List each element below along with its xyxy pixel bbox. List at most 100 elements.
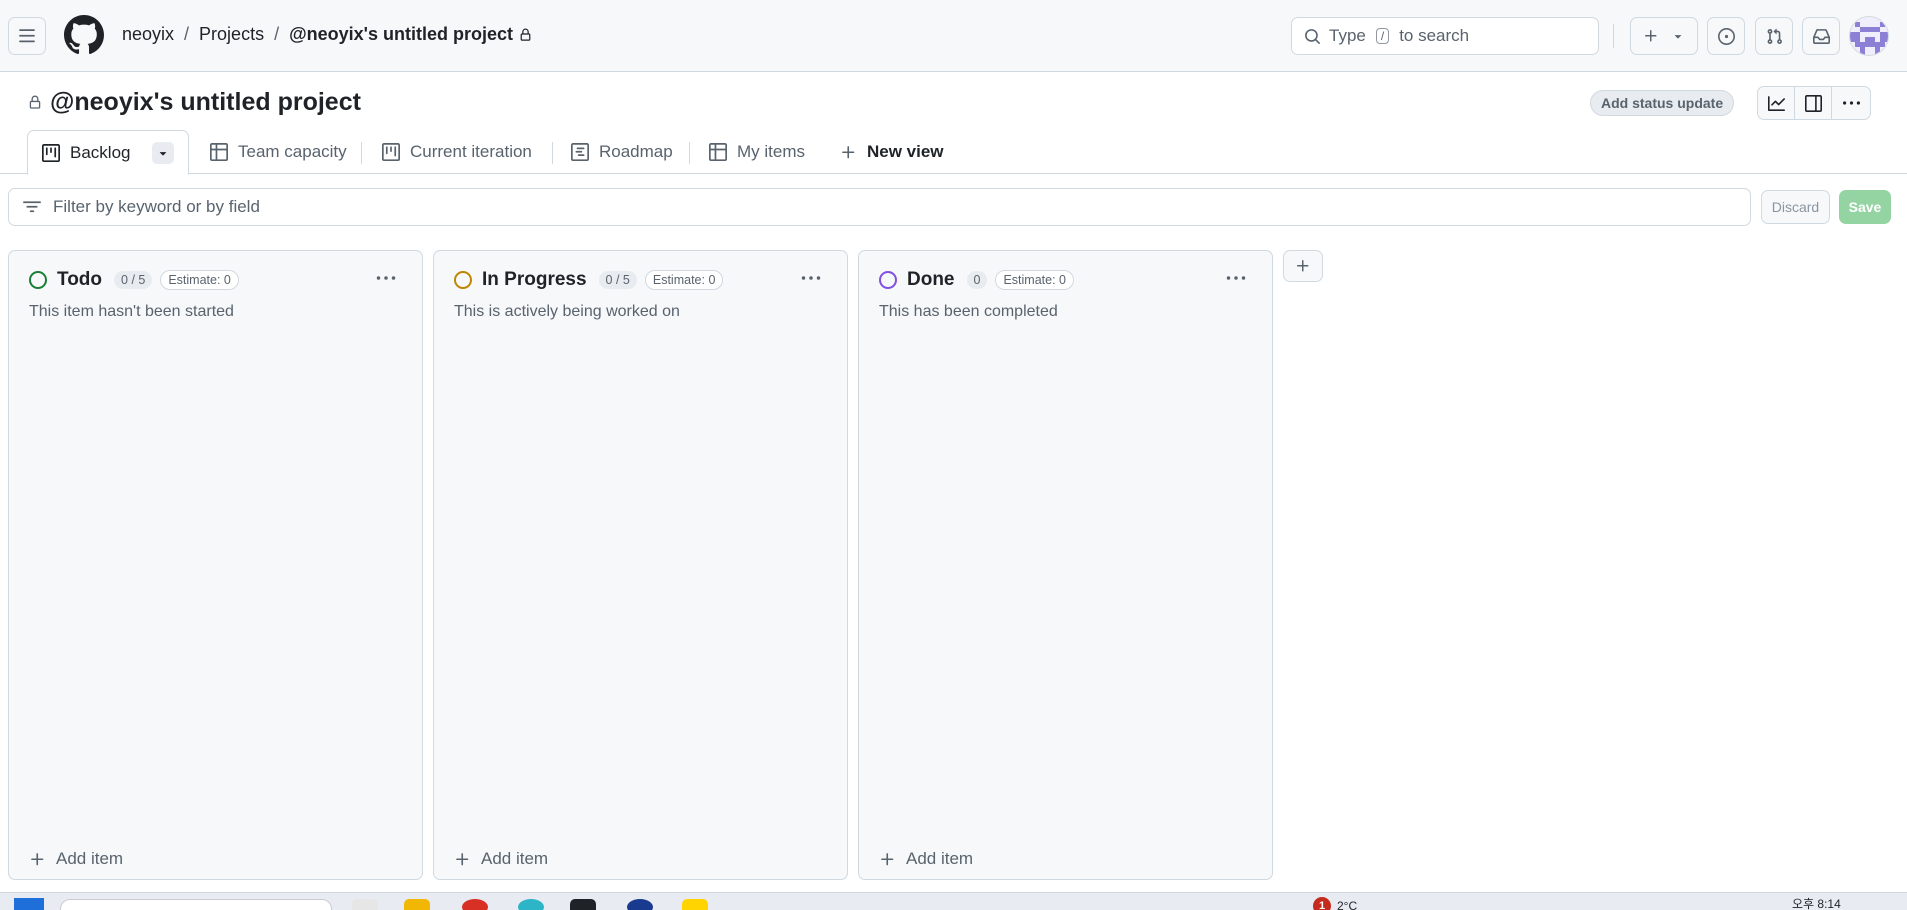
column-menu-button[interactable] <box>376 271 396 285</box>
taskbar-clock[interactable]: 오후 8:14 <box>1792 895 1841 910</box>
menu-button[interactable] <box>8 17 46 55</box>
notification-badge: 1 <box>1313 897 1331 910</box>
project-board-icon <box>42 143 60 162</box>
plus-icon <box>881 852 894 865</box>
taskbar-app-icon[interactable] <box>518 899 544 910</box>
column-header: Done 0 Estimate: 0 <box>879 269 1074 291</box>
taskbar-search[interactable] <box>60 899 332 910</box>
sidebar-toggle-button[interactable] <box>1794 86 1832 120</box>
add-item-label: Add item <box>56 849 124 868</box>
status-circle-icon <box>454 271 472 289</box>
add-item-button[interactable]: Add item <box>29 849 123 869</box>
board-column-todo: Todo 0 / 5 Estimate: 0 This item hasn't … <box>8 250 423 880</box>
insights-button[interactable] <box>1757 86 1795 120</box>
global-header: neoyix / Projects / @neoyix's untitled p… <box>0 0 1907 72</box>
view-tabs: Backlog Team capacity Current iteration … <box>0 130 1907 175</box>
taskbar-app-icon[interactable] <box>570 899 596 910</box>
discard-button[interactable]: Discard <box>1761 190 1830 224</box>
tab-label: Roadmap <box>599 142 673 161</box>
tab-roadmap[interactable]: Roadmap <box>571 130 673 174</box>
windows-start-icon[interactable] <box>14 898 44 910</box>
column-menu-button[interactable] <box>801 271 821 285</box>
column-menu-button[interactable] <box>1226 271 1246 285</box>
breadcrumb-separator: / <box>274 24 280 44</box>
column-header: Todo 0 / 5 Estimate: 0 <box>29 269 239 291</box>
breadcrumb-projects[interactable]: Projects <box>199 24 264 45</box>
tab-team-capacity[interactable]: Team capacity <box>210 130 347 174</box>
kebab-horizontal-icon <box>376 276 396 280</box>
github-logo-icon[interactable] <box>64 15 104 55</box>
tab-divider <box>361 142 362 164</box>
tab-backlog[interactable]: Backlog <box>27 130 190 175</box>
create-new-button[interactable] <box>1630 17 1698 55</box>
sidebar-icon <box>1804 94 1822 112</box>
triangle-down-icon <box>1674 35 1682 39</box>
tab-my-items[interactable]: My items <box>709 130 805 174</box>
filter-input[interactable]: Filter by keyword or by field <box>8 188 1751 226</box>
table-icon <box>709 143 727 161</box>
taskbar-app-icon[interactable] <box>682 899 708 910</box>
breadcrumb-owner[interactable]: neoyix <box>122 24 174 45</box>
add-item-label: Add item <box>481 849 549 868</box>
new-view-button[interactable]: New view <box>840 130 944 174</box>
search-prefix: Type <box>1329 26 1366 45</box>
triangle-down-icon <box>160 151 167 156</box>
more-options-button[interactable] <box>1831 86 1871 120</box>
search-shortcut-key: / <box>1375 28 1390 44</box>
column-description: This item hasn't been started <box>29 303 234 320</box>
tab-label: My items <box>737 142 805 161</box>
new-view-label: New view <box>867 142 944 161</box>
column-estimate: Estimate: 0 <box>644 270 724 290</box>
tab-divider <box>689 142 690 164</box>
column-name: Done <box>907 269 955 290</box>
taskbar-app-icon[interactable] <box>627 899 653 910</box>
breadcrumb-separator: / <box>184 24 190 44</box>
add-column-button[interactable] <box>1283 250 1323 282</box>
git-pull-request-icon <box>1767 28 1782 44</box>
project-title-text[interactable]: @neoyix's untitled project <box>50 88 361 117</box>
add-status-update-button[interactable]: Add status update <box>1590 90 1735 116</box>
column-description: This is actively being worked on <box>454 303 680 320</box>
add-item-label: Add item <box>906 849 974 868</box>
taskbar-app-icon[interactable] <box>352 899 378 910</box>
status-circle-icon <box>29 271 47 289</box>
inbox-button[interactable] <box>1802 17 1840 55</box>
board-column-done: Done 0 Estimate: 0 This has been complet… <box>858 250 1273 880</box>
tab-label: Team capacity <box>238 142 347 161</box>
board-column-in-progress: In Progress 0 / 5 Estimate: 0 This is ac… <box>433 250 848 880</box>
pull-requests-button[interactable] <box>1755 17 1793 55</box>
taskbar-weather[interactable]: 1 2°C <box>1313 897 1357 910</box>
avatar[interactable] <box>1849 16 1889 56</box>
kebab-horizontal-icon <box>1226 276 1246 280</box>
plus-icon <box>31 852 44 865</box>
tab-options-button[interactable] <box>152 141 175 164</box>
plus-icon <box>1297 260 1309 272</box>
add-item-button[interactable]: Add item <box>879 849 973 869</box>
search-input[interactable]: Type / to search <box>1291 17 1599 55</box>
menu-icon <box>19 29 35 43</box>
column-estimate: Estimate: 0 <box>995 270 1074 290</box>
column-description: This has been completed <box>879 303 1058 320</box>
taskbar-app-icon[interactable] <box>404 899 430 910</box>
save-button[interactable]: Save <box>1839 190 1891 224</box>
kebab-horizontal-icon <box>1842 100 1860 105</box>
issues-button[interactable] <box>1707 17 1745 55</box>
issue-opened-icon <box>1717 27 1735 45</box>
os-taskbar: 1 2°C 오후 8:14 <box>0 892 1907 910</box>
status-circle-icon <box>879 271 897 289</box>
weather-temperature: 2°C <box>1337 899 1358 910</box>
filter-placeholder: Filter by keyword or by field <box>53 197 260 216</box>
lock-icon <box>29 95 41 109</box>
breadcrumb-project-label: @neoyix's untitled project <box>289 24 513 44</box>
roadmap-icon <box>571 143 589 161</box>
search-icon <box>1305 28 1320 44</box>
tab-current-iteration[interactable]: Current iteration <box>382 130 532 174</box>
column-header: In Progress 0 / 5 Estimate: 0 <box>454 269 724 291</box>
lock-icon <box>520 28 531 41</box>
taskbar-app-icon[interactable] <box>462 899 488 910</box>
graph-icon <box>1767 95 1785 111</box>
breadcrumb-current-project[interactable]: @neoyix's untitled project <box>289 24 532 45</box>
add-item-button[interactable]: Add item <box>454 849 548 869</box>
column-item-count: 0 / 5 <box>114 271 153 289</box>
project-toolbar <box>1757 86 1871 120</box>
